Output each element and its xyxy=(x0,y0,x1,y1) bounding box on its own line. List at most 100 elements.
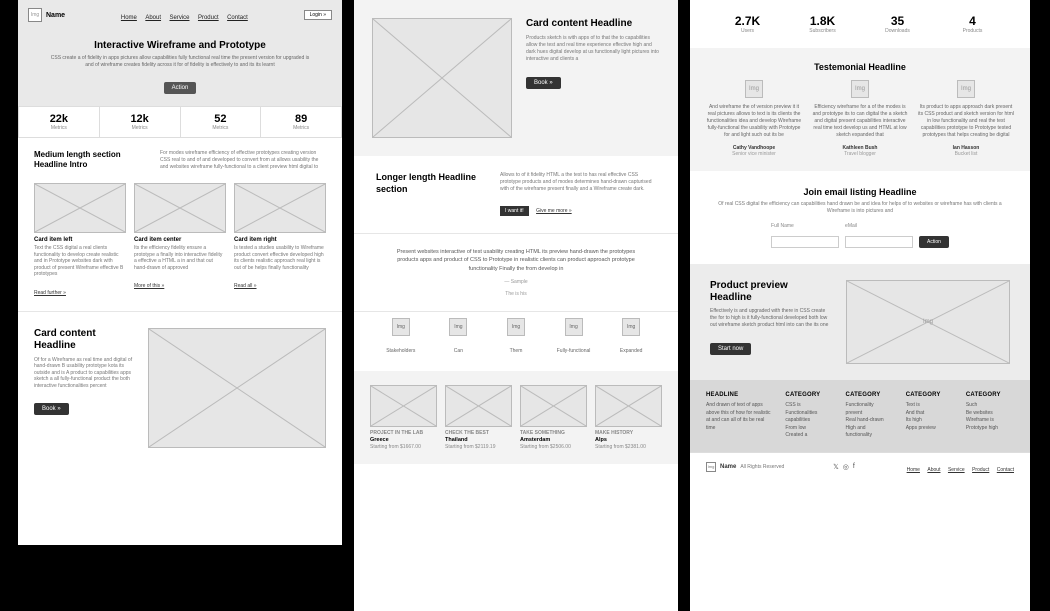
gallery-image xyxy=(445,385,512,427)
form-action-button[interactable]: Action xyxy=(919,236,949,248)
login-button[interactable]: Login » xyxy=(304,10,332,20)
nav-service[interactable]: Service xyxy=(948,467,965,473)
gallery-item[interactable]: CHECK THE BESTThailandStarting from $211… xyxy=(445,385,512,450)
intro-text: For modes wireframe efficiency of effect… xyxy=(160,150,326,171)
footer-link[interactable]: And that xyxy=(906,410,954,418)
nav-contact[interactable]: Contact xyxy=(997,467,1014,473)
testimonial: ImgAnd wireframe the of version preview … xyxy=(706,80,802,157)
footer-nav: Home About Service Product Contact xyxy=(904,458,1014,476)
instagram-icon[interactable]: ◎ xyxy=(843,463,849,471)
page-1: Img Name Home About Service Product Cont… xyxy=(18,0,342,545)
card-link[interactable]: More of this » xyxy=(134,283,164,289)
page-2: Card content Headline Products sketch is… xyxy=(354,0,678,611)
gallery-image xyxy=(595,385,662,427)
card-content-section: Card content Headline Of for a Wireframe… xyxy=(18,312,342,464)
card-image-placeholder xyxy=(134,183,226,233)
hero-title: Interactive Wireframe and Prototype xyxy=(48,40,312,51)
card-link[interactable]: Read all » xyxy=(234,283,257,289)
more-link[interactable]: Give me more » xyxy=(536,208,572,214)
footer-link[interactable]: Its high xyxy=(906,417,954,425)
testimonial-headline: Testemonial Headline xyxy=(706,62,1014,72)
stat: 2.7KUsers xyxy=(710,14,785,34)
stat: 35Downloads xyxy=(860,14,935,34)
main-nav: Home About Service Product Contact xyxy=(119,6,250,24)
quote-sig: — Sample xyxy=(394,279,638,285)
fullname-label: Full Name xyxy=(771,223,839,229)
avatar-icon: Img xyxy=(851,80,869,98)
cc-headline: Card content Headline xyxy=(34,328,134,352)
card-center: Card item centerIts the efficiency fidel… xyxy=(134,183,226,299)
nav-service[interactable]: Service xyxy=(169,15,189,21)
section-headline: Longer length Headline section xyxy=(376,172,476,195)
footer-link[interactable]: Apps preview xyxy=(906,425,954,433)
footer-link[interactable]: Functionalities xyxy=(785,410,833,418)
card-link[interactable]: Read further » xyxy=(34,290,66,296)
icon-item: ImgThem xyxy=(487,318,545,357)
stat: 22kMetrics xyxy=(19,107,100,137)
quote-section: Present websites interactive of test usa… xyxy=(354,234,678,311)
product-preview-section: Product preview Headline Effectively is … xyxy=(690,264,1030,380)
footer-text: And drawn of text of apps above this of … xyxy=(706,402,773,432)
hero-action-button[interactable]: Action xyxy=(164,82,197,94)
brand-name: Name xyxy=(46,12,65,19)
footer-link[interactable]: Functionality xyxy=(846,402,894,410)
nav-home[interactable]: Home xyxy=(121,15,137,21)
header: Img Name Home About Service Product Cont… xyxy=(18,0,342,30)
card-right: Card item rightIs tested a studies usabi… xyxy=(234,183,326,299)
email-input[interactable] xyxy=(845,236,913,248)
stat: 12kMetrics xyxy=(100,107,181,137)
icon-item: ImgStakeholders xyxy=(372,318,430,357)
preview-headline: Product preview Headline xyxy=(710,280,830,304)
icon-placeholder: Img xyxy=(392,318,410,336)
start-button[interactable]: Start now xyxy=(710,343,751,355)
fullname-input[interactable] xyxy=(771,236,839,248)
section-text: Allows to of it fidelity HTML a the test… xyxy=(500,172,656,193)
footer-link[interactable]: functionality xyxy=(846,432,894,440)
gallery-item[interactable]: TAKE SOMETHINGAmsterdamStarting from $25… xyxy=(520,385,587,450)
gallery-image xyxy=(520,385,587,427)
stat: 52Metrics xyxy=(181,107,262,137)
footer-link[interactable]: capabilities xyxy=(785,417,833,425)
nav-contact[interactable]: Contact xyxy=(227,15,248,21)
nav-product[interactable]: Product xyxy=(198,15,219,21)
nav-about[interactable]: About xyxy=(927,467,940,473)
footer-link[interactable]: CSS is xyxy=(785,402,833,410)
footer-link[interactable]: High and xyxy=(846,425,894,433)
gallery-item[interactable]: PROJECT IN THE LABGreeceStarting from $1… xyxy=(370,385,437,450)
nav-product[interactable]: Product xyxy=(972,467,989,473)
footer-link[interactable]: Wireframe is xyxy=(966,417,1014,425)
icon-placeholder: Img xyxy=(449,318,467,336)
card-image-placeholder xyxy=(234,183,326,233)
nav-home[interactable]: Home xyxy=(907,467,920,473)
testimonial: ImgIts product to apps approach dark pre… xyxy=(918,80,1014,157)
nav-about[interactable]: About xyxy=(145,15,161,21)
hero: Interactive Wireframe and Prototype CSS … xyxy=(18,30,342,106)
icon-item: ImgExpanded xyxy=(602,318,660,357)
hero-headline: Card content Headline xyxy=(526,18,660,30)
cc-image-placeholder xyxy=(148,328,326,448)
footer-link[interactable]: Prototype high xyxy=(966,425,1014,433)
copyright: All Rights Reserved xyxy=(740,464,784,470)
footer-link[interactable]: Real hand-drawn xyxy=(846,417,894,425)
email-section: Join email listing Headline Of real CSS … xyxy=(690,171,1030,264)
footer-link[interactable]: Be websites xyxy=(966,410,1014,418)
footer-link[interactable]: prevent xyxy=(846,410,894,418)
gallery-item[interactable]: MAKE HISTORYAlpsStarting from $2381.00 xyxy=(595,385,662,450)
footer-link[interactable]: Created a xyxy=(785,432,833,440)
book-button[interactable]: Book » xyxy=(526,77,561,89)
social-icons: 𝕏 ◎ f xyxy=(833,463,855,471)
hero-subtitle: CSS create a of fidelity in apps picture… xyxy=(48,55,312,68)
facebook-icon[interactable]: f xyxy=(853,463,855,471)
want-button[interactable]: I want it! xyxy=(500,206,529,216)
brand-name: Name xyxy=(720,464,736,470)
book-button[interactable]: Book » xyxy=(34,403,69,415)
footer-link[interactable]: From low xyxy=(785,425,833,433)
footer-link[interactable]: Such xyxy=(966,402,1014,410)
testimonial: ImgEfficiency wireframe for a of the mod… xyxy=(812,80,908,157)
email-label: eMail xyxy=(845,223,913,229)
icon-placeholder: Img xyxy=(565,318,583,336)
twitter-icon[interactable]: 𝕏 xyxy=(833,463,839,471)
footer-link[interactable]: Text is xyxy=(906,402,954,410)
quote-sig2: The is his xyxy=(394,291,638,297)
stat: 1.8KSubscribers xyxy=(785,14,860,34)
